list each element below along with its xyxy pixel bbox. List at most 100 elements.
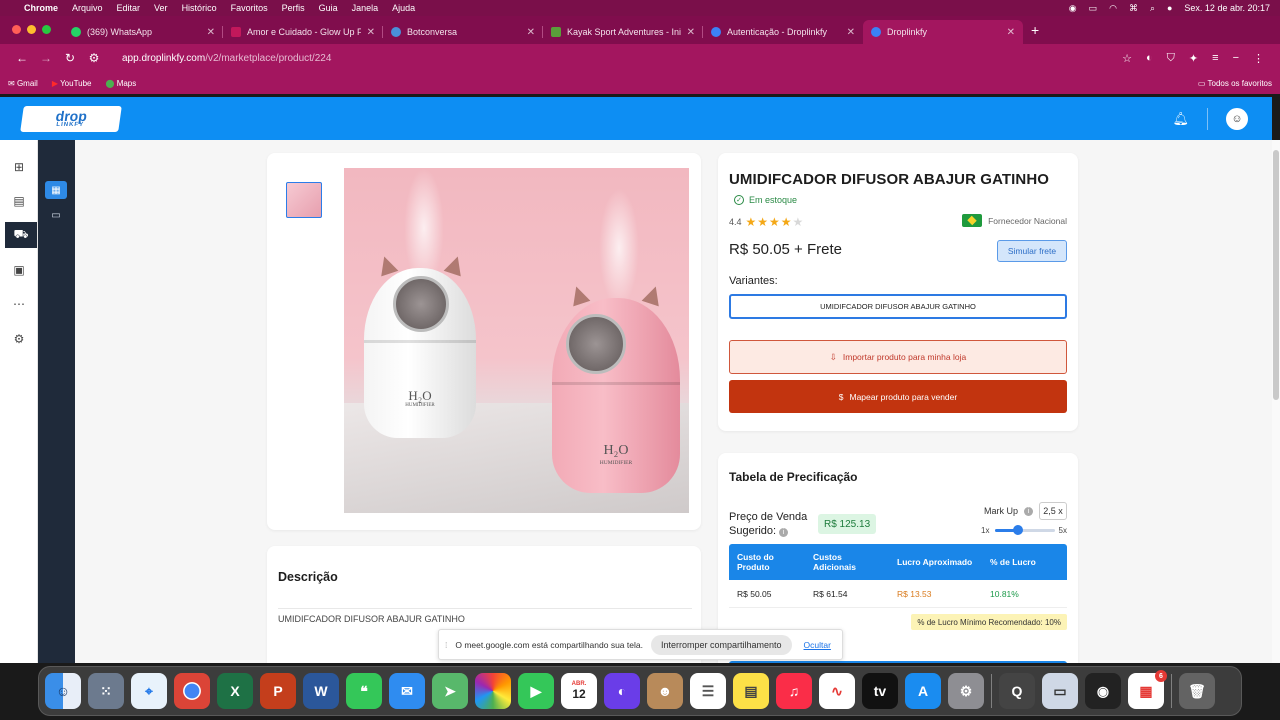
menu-ajuda[interactable]: Ajuda (392, 3, 415, 13)
bookmark-gmail[interactable]: ✉ Gmail (8, 79, 38, 88)
display-icon[interactable]: ▭ (1089, 3, 1098, 14)
spotlight-icon[interactable]: ⌕ (1150, 3, 1155, 14)
stop-sharing-button[interactable]: Interromper compartilhamento (650, 634, 792, 655)
maximize-window-icon[interactable] (42, 25, 51, 34)
markup-input[interactable]: 2,5 x (1039, 502, 1067, 520)
reminders-icon[interactable]: ☰ (690, 673, 726, 709)
slider-handle[interactable] (1012, 525, 1023, 535)
menu-guia[interactable]: Guia (319, 3, 338, 13)
obs-icon[interactable]: ◉ (1085, 673, 1121, 709)
new-tab-icon[interactable]: + (1031, 22, 1039, 38)
arc-icon[interactable]: ◐ (604, 673, 640, 709)
scrollbar-thumb[interactable] (1273, 150, 1279, 400)
media-icon[interactable]: ≡ (1212, 52, 1218, 65)
safari-icon[interactable]: ⌖ (131, 673, 167, 709)
menu-historico[interactable]: Histórico (182, 3, 217, 13)
music-icon[interactable]: ♫ (776, 673, 812, 709)
office-icon[interactable]: ▦ 6 (1128, 670, 1167, 709)
launchpad-icon[interactable]: ⁙ (88, 673, 124, 709)
wifi-icon[interactable]: ◠ (1109, 3, 1117, 14)
product-thumbnail[interactable] (286, 182, 322, 218)
tab-whatsapp[interactable]: (369) WhatsApp ✕ (63, 20, 223, 44)
notes-icon[interactable]: ▤ (733, 673, 769, 709)
siri-icon[interactable]: ● (1167, 3, 1172, 13)
menu-arquivo[interactable]: Arquivo (72, 3, 103, 13)
forward-arrow-icon[interactable]: → (34, 51, 58, 65)
calendar-icon[interactable]: ABR. 12 (561, 673, 597, 709)
settings-gear-icon[interactable]: ⚙ (10, 330, 28, 348)
contacts-icon[interactable]: ☻ (647, 673, 683, 709)
close-tab-icon[interactable]: ✕ (1007, 27, 1015, 38)
quicktime-icon[interactable]: Q (999, 673, 1035, 709)
shield-icon[interactable]: ⛉ (1167, 52, 1175, 65)
maps-app-icon[interactable]: ➤ (432, 673, 468, 709)
trash-icon[interactable]: 🗑︎ (1179, 673, 1215, 709)
tab-botconversa[interactable]: Botconversa ✕ (383, 20, 543, 44)
extension-icon[interactable]: ◐ (1146, 52, 1153, 65)
hide-link[interactable]: Ocultar (804, 640, 831, 650)
avatar[interactable]: ☺ (1226, 107, 1248, 130)
menu-favoritos[interactable]: Favoritos (231, 3, 268, 13)
app-store-icon[interactable]: A (905, 673, 941, 709)
info-icon[interactable]: i (1024, 506, 1033, 516)
word-icon[interactable]: W (303, 673, 339, 709)
tab-kayak[interactable]: Kayak Sport Adventures - Inic ✕ (543, 20, 703, 44)
tab-autenticacao[interactable]: Autenticação - Droplinkfy ✕ (703, 20, 863, 44)
markup-slider[interactable]: 1x 5x (981, 525, 1067, 535)
bookmark-star-icon[interactable]: ☆ (1122, 52, 1132, 65)
screen-icon[interactable]: ▭ (45, 206, 67, 224)
freeform-icon[interactable]: ∿ (819, 673, 855, 709)
orders-icon[interactable]: ▣ (10, 261, 28, 279)
close-tab-icon[interactable]: ✕ (687, 27, 695, 38)
menu-janela[interactable]: Janela (352, 3, 379, 13)
preview-icon[interactable]: ▭ (1042, 673, 1078, 709)
minimize-icon[interactable]: − (1233, 52, 1239, 65)
more-icon[interactable]: ⋯ (10, 295, 28, 313)
finder-icon[interactable]: ☺ (45, 673, 81, 709)
catalog-icon[interactable]: ▤ (10, 192, 28, 210)
puzzle-icon[interactable]: ✦ (1189, 52, 1198, 65)
store-icon[interactable]: ▦ (45, 181, 67, 199)
reload-icon[interactable]: ↻ (58, 51, 82, 65)
info-icon[interactable]: i (779, 528, 789, 537)
apple-tv-icon[interactable]: tv (862, 673, 898, 709)
simulate-shipping-button[interactable]: Simular frete (997, 240, 1067, 262)
variant-option[interactable]: UMIDIFCADOR DIFUSOR ABAJUR GATINHO (729, 294, 1067, 319)
bookmark-maps[interactable]: ⬤ Maps (106, 79, 137, 88)
system-settings-icon[interactable]: ⚙ (948, 673, 984, 709)
map-product-button[interactable]: $ Mapear produto para vender (729, 380, 1067, 413)
product-image[interactable]: H₂O HUMIDIFIER H₂O HUMIDIFIER (344, 168, 689, 513)
messages-icon[interactable]: ❝ (346, 673, 382, 709)
bookmark-youtube[interactable]: ▶ YouTube (52, 79, 92, 88)
more-vert-icon[interactable]: ⋮ (1253, 52, 1264, 65)
menubar-clock[interactable]: Sex. 12 de abr. 20:17 (1184, 3, 1270, 13)
close-tab-icon[interactable]: ✕ (527, 27, 535, 38)
chrome-icon[interactable] (174, 673, 210, 709)
photos-icon[interactable] (475, 673, 511, 709)
shopping-bag-icon[interactable]: ⛟ (5, 222, 37, 248)
tab-glow-up[interactable]: Amor e Cuidado - Glow Up Fe ✕ (223, 20, 383, 44)
close-window-icon[interactable] (12, 25, 21, 34)
page-scrollbar[interactable] (1272, 140, 1280, 663)
import-product-button[interactable]: ⇩ Importar produto para minha loja (729, 340, 1067, 374)
drag-handle-icon[interactable]: ⁞ (445, 640, 447, 650)
menu-ver[interactable]: Ver (154, 3, 168, 13)
menu-editar[interactable]: Editar (117, 3, 141, 13)
powerpoint-icon[interactable]: P (260, 673, 296, 709)
close-tab-icon[interactable]: ✕ (847, 27, 855, 38)
close-tab-icon[interactable]: ✕ (207, 27, 215, 38)
menu-app-name[interactable]: Chrome (24, 3, 58, 13)
mail-icon[interactable]: ✉ (389, 673, 425, 709)
menu-perfis[interactable]: Perfis (282, 3, 305, 13)
screen-share-icon[interactable]: ◉ (1069, 3, 1077, 14)
facetime-icon[interactable]: ▶ (518, 673, 554, 709)
url-field[interactable]: app.droplinkfy.com/v2/marketplace/produc… (122, 53, 1122, 64)
back-arrow-icon[interactable]: ← (10, 51, 34, 65)
control-center-icon[interactable]: ⌘ (1129, 3, 1138, 14)
close-tab-icon[interactable]: ✕ (367, 27, 375, 38)
droplinkfy-logo[interactable]: drop LINKFY (20, 105, 122, 132)
all-bookmarks[interactable]: ▭ Todos os favoritos (1198, 79, 1272, 88)
minimize-window-icon[interactable] (27, 25, 36, 34)
bell-icon[interactable]: 🔔︎ (1172, 111, 1189, 127)
dashboard-icon[interactable]: ⊞ (10, 158, 28, 176)
